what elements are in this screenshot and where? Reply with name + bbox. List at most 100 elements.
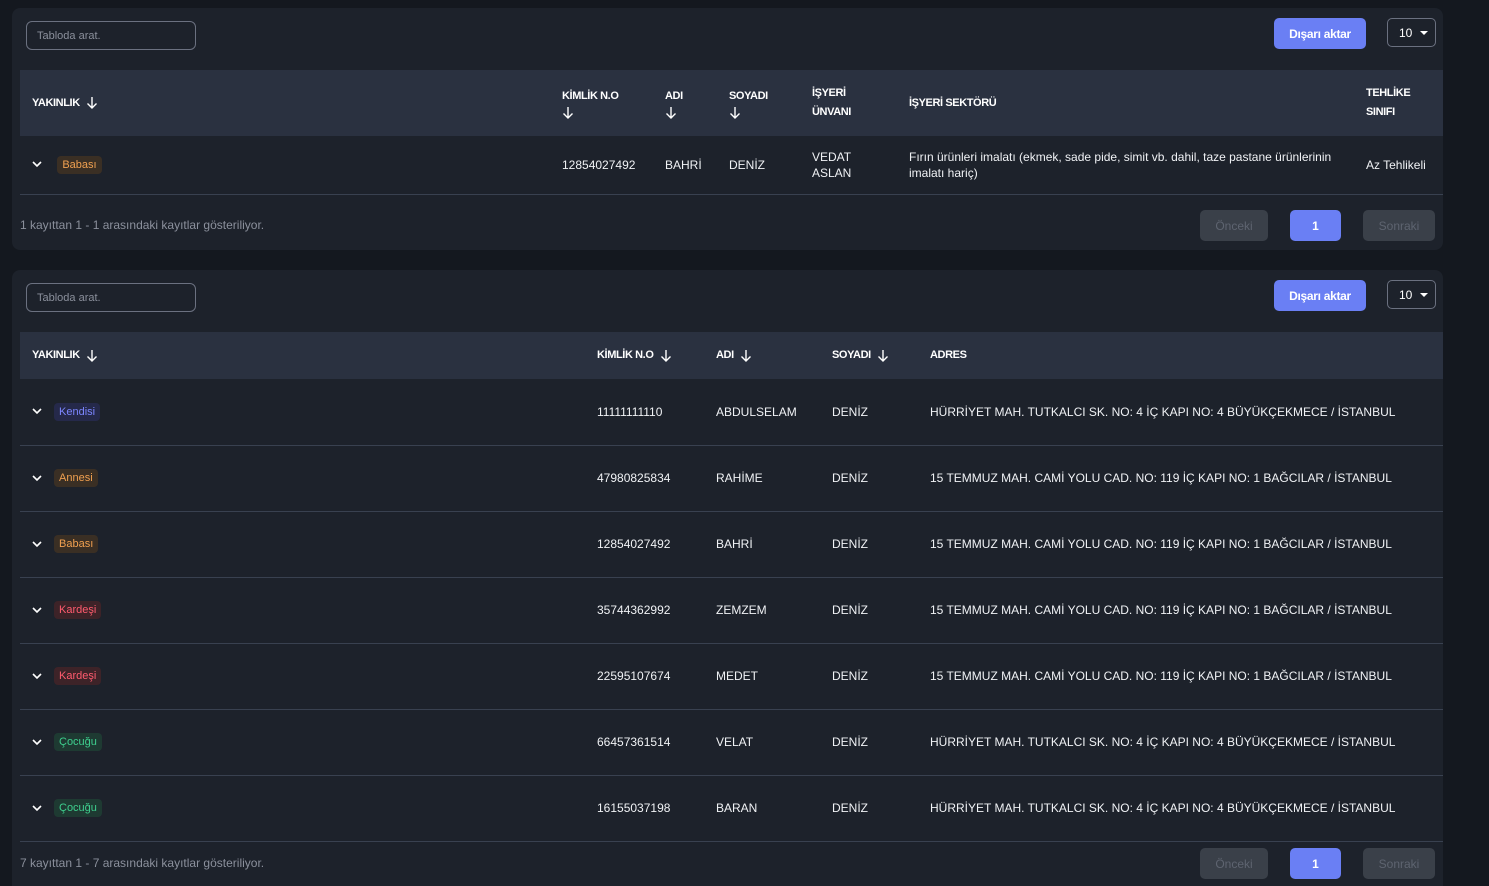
chevron-down-icon[interactable] — [32, 804, 42, 812]
cell-kimlik: 47980825834 — [585, 445, 704, 512]
col-header-kimlik[interactable]: KİMLİK N.O — [585, 332, 704, 379]
cell-sektor-text: Fırın ürünleri imalatı (ekmek, sade pide… — [909, 149, 1332, 180]
table-row: Çocuğu 16155037198 BARAN DENİZ HÜRRİYET MAH.… — [20, 775, 1443, 842]
address-table-body: Kendisi 11111111110 ABDULSELAM DENİZ HÜRRİYE… — [20, 379, 1443, 842]
page-size-select[interactable]: 10 — [1387, 280, 1436, 309]
table-header-row: YAKINLIK KİMLİK N.O ADI SOYADI İŞYERİ ÜN… — [20, 70, 1443, 136]
cell-adi: BARAN — [704, 775, 820, 842]
records-info: 7 kayıttan 1 - 7 arasındaki kayıtlar gös… — [20, 856, 265, 870]
relation-badge: Çocuğu — [54, 799, 102, 817]
cell-adres: HÜRRİYET MAH. TUTKALCI SK. NO: 4 İÇ KAPI… — [918, 775, 1443, 842]
col-header-label: TEHLİKE — [1366, 87, 1411, 99]
page-size-value: 10 — [1399, 25, 1413, 40]
pagination: Önceki 1 Sonraki — [1200, 848, 1435, 879]
search-input[interactable] — [26, 283, 196, 312]
workplace-table-card: Dışarı aktar 10 YAKINLIK KİMLİK N.O ADI — [12, 8, 1443, 250]
col-header-label: İŞYERİ — [812, 87, 846, 99]
chevron-down-icon[interactable] — [32, 672, 42, 680]
cell-adi: MEDET — [704, 643, 820, 710]
col-header-soyadi[interactable]: SOYADI — [820, 332, 918, 379]
col-header-adres[interactable]: ADRES — [918, 332, 1443, 379]
col-header-label: SINIFI — [1366, 106, 1395, 118]
export-button[interactable]: Dışarı aktar — [1274, 280, 1366, 311]
table-row: Babası 12854027492 BAHRİ DENİZ VEDAT ASL… — [20, 136, 1443, 195]
cell-soyadi: DENİZ — [820, 709, 918, 776]
cell-unvan: VEDAT ASLAN — [800, 136, 897, 195]
table-row: Kardeşi 35744362992 ZEMZEM DENİZ 15 TEMMUZ M… — [20, 577, 1443, 644]
cell-sektor: Fırın ürünleri imalatı (ekmek, sade pide… — [897, 136, 1354, 195]
col-header-isyeri-unvani[interactable]: İŞYERİ ÜNVANI — [800, 70, 897, 136]
col-header-isyeri-sektoru[interactable]: İŞYERİ SEKTÖRÜ — [897, 70, 1354, 136]
workplace-table: YAKINLIK KİMLİK N.O ADI SOYADI İŞYERİ ÜN… — [20, 70, 1443, 195]
cell-soyadi: DENİZ — [820, 577, 918, 644]
search-input[interactable] — [26, 21, 196, 50]
col-header-yakinlik[interactable]: YAKINLIK — [20, 332, 585, 379]
arrow-down-icon — [87, 349, 98, 362]
col-header-label: KİMLİK N.O — [597, 349, 654, 361]
col-header-tehlike-sinifi[interactable]: TEHLİKE SINIFI — [1354, 70, 1443, 136]
cell-tehlike: Az Tehlikeli — [1354, 136, 1443, 195]
cell-soyadi: DENİZ — [820, 511, 918, 578]
chevron-down-icon[interactable] — [32, 408, 42, 415]
cell-kimlik: 16155037198 — [585, 775, 704, 842]
next-page-button[interactable]: Sonraki — [1363, 210, 1435, 241]
col-header-yakinlik[interactable]: YAKINLIK — [20, 70, 550, 136]
chevron-down-icon[interactable] — [32, 606, 42, 614]
caret-down-icon — [1420, 292, 1429, 297]
col-header-label: ADI — [716, 349, 734, 361]
previous-page-button[interactable]: Önceki — [1200, 210, 1268, 241]
table-row: Babası 12854027492 BAHRİ DENİZ 15 TEMMUZ MAH… — [20, 511, 1443, 578]
table-row: Kendisi 11111111110 ABDULSELAM DENİZ HÜRRİYE… — [20, 379, 1443, 446]
cell-kimlik: 35744362992 — [585, 577, 704, 644]
table-row: Çocuğu 66457361514 VELAT DENİZ HÜRRİYET MAH.… — [20, 709, 1443, 776]
cell-kimlik: 11111111110 — [585, 379, 704, 446]
address-table-card: Dışarı aktar 10 YAKINLIK KİMLİK N.O ADI — [12, 270, 1443, 886]
page-size-value: 10 — [1399, 287, 1413, 302]
col-header-label: ÜNVANI — [812, 106, 851, 118]
chevron-down-icon[interactable] — [32, 161, 42, 168]
arrow-down-icon — [87, 97, 98, 110]
page-1-button[interactable]: 1 — [1290, 848, 1341, 879]
col-header-label: İŞYERİ SEKTÖRÜ — [909, 96, 997, 109]
cell-kimlik: 66457361514 — [585, 709, 704, 776]
records-info: 1 kayıttan 1 - 1 arasındaki kayıtlar gös… — [20, 218, 265, 232]
col-header-adi[interactable]: ADI — [653, 70, 717, 136]
relation-badge: Kardeşi — [54, 667, 102, 685]
arrow-down-icon — [563, 107, 573, 119]
cell-soyadi: DENİZ — [820, 445, 918, 512]
cell-soyadi: DENİZ — [820, 775, 918, 842]
chevron-down-icon[interactable] — [32, 738, 42, 746]
cell-adres: HÜRRİYET MAH. TUTKALCI SK. NO: 4 İÇ KAPI… — [918, 709, 1443, 776]
cell-soyadi: DENİZ — [820, 643, 918, 710]
arrow-down-icon — [666, 107, 676, 119]
col-header-label: SOYADI — [729, 90, 768, 102]
cell-unvan-line1: VEDAT — [812, 149, 852, 164]
cell-soyadi: DENİZ — [717, 136, 800, 195]
page-1-button[interactable]: 1 — [1290, 210, 1341, 241]
cell-adres: 15 TEMMUZ MAH. CAMİ YOLU CAD. NO: 119 İÇ… — [918, 643, 1443, 710]
relation-badge: Babası — [54, 535, 99, 553]
caret-down-icon — [1420, 30, 1429, 35]
col-header-label: ADRES — [930, 349, 967, 361]
col-header-kimlik[interactable]: KİMLİK N.O — [550, 70, 653, 136]
col-header-soyadi[interactable]: SOYADI — [717, 70, 800, 136]
table-row: Kardeşi 22595107674 MEDET DENİZ 15 TEMMUZ MA… — [20, 643, 1443, 710]
col-header-adi[interactable]: ADI — [704, 332, 820, 379]
cell-kimlik: 22595107674 — [585, 643, 704, 710]
next-page-button[interactable]: Sonraki — [1363, 848, 1435, 879]
chevron-down-icon[interactable] — [32, 540, 42, 548]
col-header-label: YAKINLIK — [32, 349, 80, 361]
previous-page-button[interactable]: Önceki — [1200, 848, 1268, 879]
page-size-select[interactable]: 10 — [1387, 18, 1436, 47]
chevron-down-icon[interactable] — [32, 474, 42, 482]
cell-adi: BAHRİ — [704, 511, 820, 578]
arrow-down-icon — [741, 349, 752, 362]
col-header-label: SOYADI — [832, 349, 871, 361]
relation-badge: Kardeşi — [54, 601, 102, 619]
export-button[interactable]: Dışarı aktar — [1274, 18, 1366, 49]
arrow-down-icon — [878, 349, 889, 362]
cell-adi: ABDULSELAM — [704, 379, 820, 446]
col-header-label: ADI — [665, 90, 683, 102]
col-header-label: YAKINLIK — [32, 96, 80, 109]
cell-adi: VELAT — [704, 709, 820, 776]
